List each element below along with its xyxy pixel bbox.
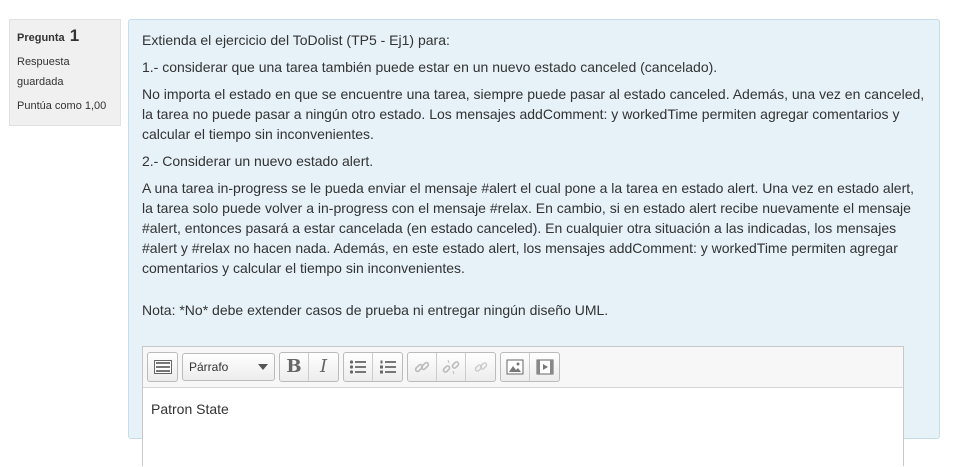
chevron-down-icon [258, 364, 268, 370]
question-info: Pregunta 1 Respuesta guardada Puntúa com… [9, 19, 121, 126]
question-intro: Extienda el ejercicio del ToDolist (TP5 … [142, 32, 450, 48]
bold-button[interactable]: B [280, 353, 309, 381]
bold-icon: B [286, 356, 302, 377]
question-heading: Pregunta 1 [17, 26, 113, 48]
question-item-2-detail: A una tarea in-progress se le pueda envi… [142, 180, 915, 276]
unlink-icon [442, 359, 460, 375]
italic-button[interactable]: I [309, 353, 338, 381]
unordered-list-button[interactable] [344, 353, 373, 381]
insert-media-button[interactable] [530, 353, 559, 381]
question-content: Extienda el ejercicio del ToDolist (TP5 … [128, 19, 940, 467]
editor-toolbar: Párrafo B I [143, 347, 903, 388]
anchor-button[interactable] [466, 353, 495, 381]
image-icon [506, 359, 524, 375]
question-grade: Puntúa como 1,00 [17, 100, 107, 112]
insert-image-button[interactable] [501, 353, 530, 381]
answer-editor: Párrafo B I Patron State [142, 346, 904, 467]
editor-text-area[interactable]: Patron State [143, 388, 903, 467]
toolbar-toggle-button[interactable] [148, 353, 177, 381]
paragraph-format-select[interactable]: Párrafo [182, 353, 275, 381]
question-item-1: 1.- considerar que una tarea también pue… [142, 59, 718, 75]
question-item-1-detail: No importa el estado en que se encuentre… [142, 86, 925, 142]
question-item-2: 2.- Considerar un nuevo estado alert. [142, 153, 374, 169]
numbered-list-icon [379, 360, 396, 374]
question-note: Nota: *No* debe extender casos de prueba… [142, 302, 609, 318]
question-number: 1 [69, 26, 80, 45]
chain-icon [474, 362, 487, 372]
question-state: Respuesta guardada [17, 56, 70, 88]
keyboard-icon [153, 360, 172, 374]
film-icon [536, 359, 553, 375]
paragraph-format-value: Párrafo [189, 360, 229, 374]
link-button[interactable] [408, 353, 437, 381]
question-label: Pregunta [17, 32, 65, 44]
bullet-list-icon [349, 360, 366, 374]
editor-text: Patron State [151, 401, 229, 417]
ordered-list-button[interactable] [373, 353, 402, 381]
italic-icon: I [319, 356, 328, 377]
link-icon [414, 361, 430, 373]
unlink-button[interactable] [437, 353, 466, 381]
